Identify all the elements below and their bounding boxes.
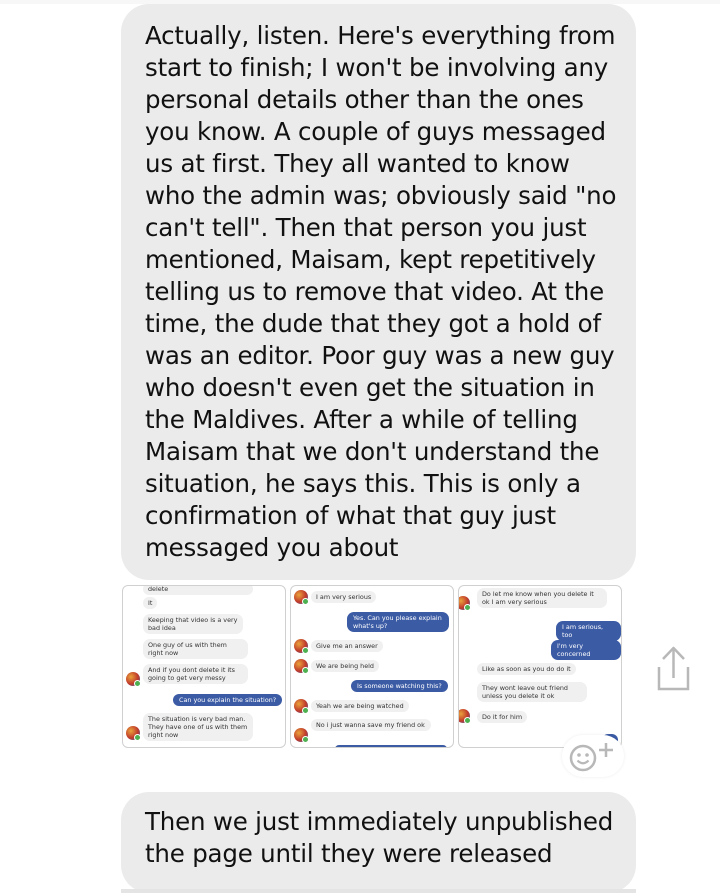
add-reaction-button[interactable] <box>562 735 624 777</box>
chat-bubble-sent: Can you explain the situation? <box>173 694 283 706</box>
chat-bubble: Do let me know when you delete it ok I a… <box>477 588 607 608</box>
chat-bubble-sent: Yes. Can you please explain what's up? <box>347 612 449 632</box>
avatar <box>294 639 309 654</box>
chat-bubble: Give me an answer <box>311 640 383 652</box>
chat-bubble-sent: I am serious, too <box>556 621 621 641</box>
chat-bubble: Yeah we are being watched <box>311 700 409 712</box>
message-bubble[interactable]: Actually, listen. Here's everything from… <box>121 4 636 580</box>
avatar <box>294 728 309 743</box>
attachment-image[interactable]: delete It Keeping that video is a very b… <box>122 585 286 748</box>
chat-bubble: And if you dont delete it its going to g… <box>143 664 248 684</box>
avatar <box>294 590 309 605</box>
share-icon[interactable] <box>652 645 692 691</box>
chat-bubble-sent <box>335 745 447 747</box>
chat-bubble: They wont leave out friend unless you de… <box>477 682 587 702</box>
message-text: Then we just immediately unpublished the… <box>145 807 614 868</box>
avatar <box>126 726 141 741</box>
attachment-image[interactable]: I am very serious Yes. Can you please ex… <box>290 585 454 748</box>
message-text: Actually, listen. Here's everything from… <box>145 21 617 562</box>
message-bubble[interactable]: Then we just immediately unpublished the… <box>121 792 636 893</box>
avatar <box>294 699 309 714</box>
chat-bubble: delete <box>143 586 253 595</box>
avatar <box>459 709 471 724</box>
chat-bubble: Do it for him <box>477 711 528 723</box>
avatar <box>126 672 141 687</box>
chat-bubble-sent: I'm very concerned <box>551 640 621 660</box>
chat-bubble: No i just wanna save my friend ok <box>311 719 431 731</box>
chat-bubble: I am very serious <box>311 591 377 603</box>
chat-bubble-sent: Is someone watching this? <box>351 680 448 692</box>
chat-bubble: One guy of us with them right now <box>143 639 248 659</box>
avatar <box>459 596 471 611</box>
chat-bubble: It <box>143 597 158 609</box>
chat-bubble: Like as soon as you do do it <box>477 663 576 675</box>
chat-bubble: The situation is very bad man. They have… <box>143 713 253 741</box>
chat-bubble: Keeping that video is a very bad idea <box>143 614 243 634</box>
add-reaction-icon <box>569 743 613 772</box>
attachment-image[interactable]: Do let me know when you delete it ok I a… <box>458 585 622 748</box>
next-message-edge <box>121 889 636 893</box>
chat-bubble: We are being held <box>311 660 379 672</box>
avatar <box>294 659 309 674</box>
